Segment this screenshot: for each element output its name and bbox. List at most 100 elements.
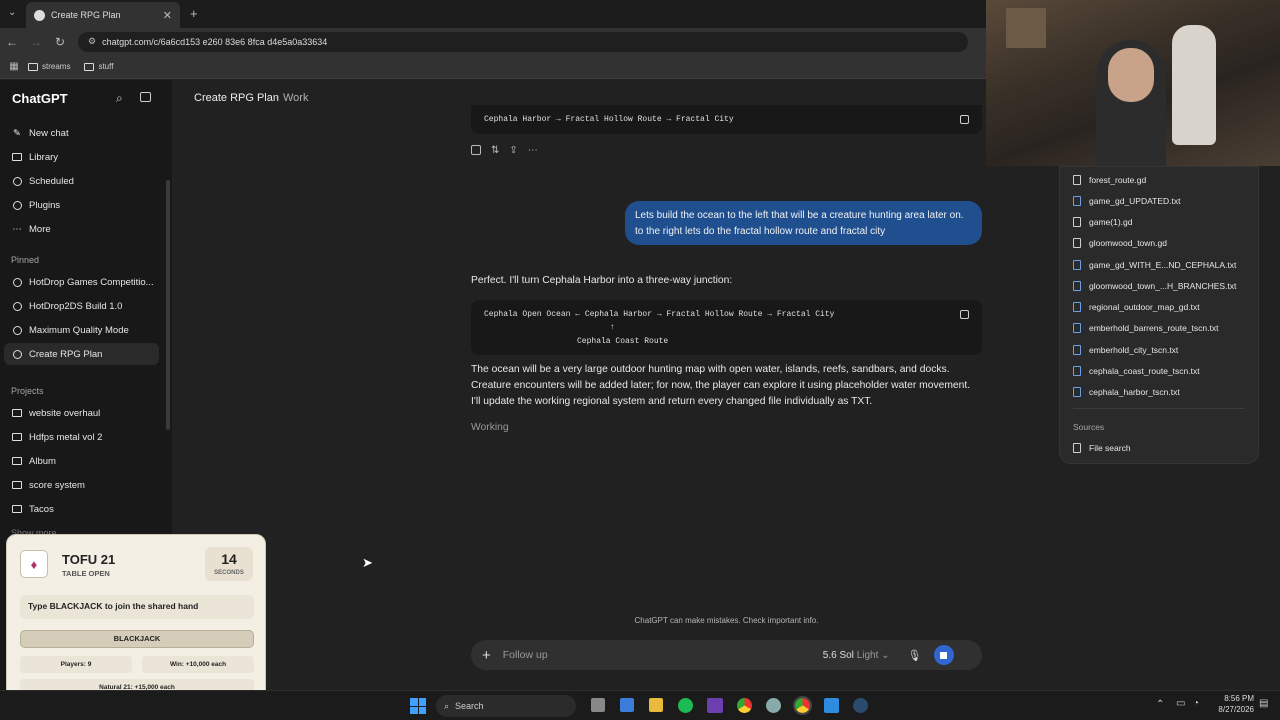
plugins-icon bbox=[12, 200, 22, 210]
chrome-active-icon[interactable] bbox=[793, 696, 812, 715]
code-block-junction: Cephala Open Ocean ← Cephala Harbor → Fr… bbox=[471, 300, 982, 355]
disclaimer: ChatGPT can make mistakes. Check importa… bbox=[634, 616, 819, 625]
sidebar-pinned-hotdrop-games[interactable]: HotDrop Games Competitio... bbox=[4, 271, 159, 293]
sidebar-project-hdfps-metal[interactable]: Hdfps metal vol 2 bbox=[4, 426, 159, 448]
folder-icon bbox=[28, 62, 38, 71]
add-attachment-icon[interactable]: + bbox=[482, 647, 491, 664]
file-item[interactable]: cephala_harbor_tscn.txt bbox=[1073, 387, 1253, 397]
steam-icon[interactable] bbox=[853, 698, 868, 713]
share-icon[interactable]: ⇪ bbox=[509, 145, 517, 156]
webcam-overlay bbox=[986, 0, 1280, 166]
reload-icon[interactable]: ↻ bbox=[48, 35, 72, 49]
copy-code-icon[interactable] bbox=[960, 310, 969, 319]
sidebar-scrollbar[interactable] bbox=[166, 180, 170, 430]
tab-close-icon[interactable]: ✕ bbox=[163, 9, 172, 22]
windows-start-icon[interactable] bbox=[410, 698, 426, 714]
stop-icon bbox=[940, 651, 948, 659]
browser-tab[interactable]: Create RPG Plan ✕ bbox=[26, 2, 180, 28]
sidebar-pinned-create-rpg-plan[interactable]: Create RPG Plan bbox=[4, 343, 159, 365]
tab-list-icon[interactable]: ⌄ bbox=[8, 7, 16, 18]
file-item[interactable]: game_gd_UPDATED.txt bbox=[1073, 196, 1253, 206]
stop-button[interactable] bbox=[933, 645, 954, 665]
chrome-icon[interactable] bbox=[737, 698, 752, 713]
sidebar-item-plugins[interactable]: Plugins bbox=[4, 194, 159, 216]
taskbar-search[interactable]: ⌕ Search bbox=[436, 695, 576, 717]
file-icon bbox=[1073, 217, 1081, 227]
clock-date[interactable]: 8/27/2026 bbox=[1208, 705, 1254, 714]
sidebar-project-score-system[interactable]: score system bbox=[4, 474, 159, 496]
sidebar-item-more[interactable]: ⋯ More bbox=[4, 218, 159, 240]
url-field[interactable]: ⚙ chatgpt.com/c/6a6cd153 e260 83e6 8fca … bbox=[78, 31, 968, 52]
sidebar-item-new-chat[interactable]: ✎ New chat bbox=[4, 122, 159, 144]
sidebar-item-scheduled[interactable]: Scheduled bbox=[4, 170, 159, 192]
hud-fx-icon[interactable] bbox=[707, 698, 723, 713]
tab-title: Create RPG Plan bbox=[51, 10, 121, 20]
composer-input[interactable]: Follow up bbox=[503, 649, 823, 661]
streamer-face bbox=[1108, 48, 1154, 102]
project-name[interactable]: Work bbox=[283, 92, 308, 104]
timer-box: 14 SECONDS bbox=[205, 547, 253, 581]
spotify-icon[interactable] bbox=[678, 698, 693, 713]
notification-icon[interactable]: ▤ bbox=[1259, 698, 1268, 709]
back-icon[interactable]: ← bbox=[0, 35, 24, 49]
source-file-search[interactable]: File search bbox=[1073, 443, 1253, 453]
chat-bubble-icon bbox=[12, 277, 22, 287]
forward-icon[interactable]: → bbox=[24, 35, 48, 49]
vscode-icon[interactable] bbox=[824, 698, 839, 713]
bookmark-streams[interactable]: streams bbox=[28, 62, 70, 71]
title-separator: · bbox=[275, 92, 279, 104]
search-icon[interactable]: ⌕ bbox=[116, 91, 123, 106]
document-icon bbox=[1073, 260, 1081, 270]
divider bbox=[1073, 408, 1245, 409]
task-view-icon[interactable] bbox=[591, 698, 605, 712]
file-item[interactable]: gloomwood_town_...H_BRANCHES.txt bbox=[1073, 281, 1253, 291]
app-logo[interactable]: ChatGPT bbox=[12, 91, 68, 106]
file-item[interactable]: game_gd_WITH_E...ND_CEPHALA.txt bbox=[1073, 260, 1253, 270]
table-status: TABLE OPEN bbox=[62, 569, 110, 578]
sidebar-pinned-hotdrop2ds[interactable]: HotDrop2DS Build 1.0 bbox=[4, 295, 159, 317]
network-icon[interactable]: ▭ bbox=[1176, 698, 1185, 709]
copy-code-icon[interactable] bbox=[960, 115, 969, 124]
sidebar-toggle-icon[interactable] bbox=[140, 92, 151, 102]
bookmarks-bar: ▦ streams stuff bbox=[0, 55, 986, 79]
sidebar-item-library[interactable]: Library bbox=[4, 146, 159, 168]
file-item[interactable]: regional_outdoor_map_gd.txt bbox=[1073, 302, 1253, 312]
folder-icon bbox=[12, 456, 22, 466]
file-item[interactable]: gloomwood_town.gd bbox=[1073, 238, 1253, 248]
document-icon bbox=[1073, 281, 1081, 291]
chat-bubble-icon bbox=[12, 325, 22, 335]
folder-icon bbox=[12, 408, 22, 418]
file-explorer-icon[interactable] bbox=[649, 698, 663, 712]
apps-icon[interactable]: ▦ bbox=[0, 61, 28, 72]
document-icon bbox=[1073, 387, 1081, 397]
new-tab-icon[interactable]: + bbox=[190, 6, 198, 21]
sidebar-pinned-maximum-quality[interactable]: Maximum Quality Mode bbox=[4, 319, 159, 341]
assistant-body: The ocean will be a very large outdoor h… bbox=[471, 364, 971, 407]
settings-gear-icon[interactable] bbox=[766, 698, 781, 713]
clock-time[interactable]: 8:56 PM bbox=[1208, 694, 1254, 703]
tray-chevron-icon[interactable]: ⌃ bbox=[1156, 699, 1164, 710]
model-selector[interactable]: 5.6 Sol Light ⌄ bbox=[823, 650, 890, 661]
folder-icon bbox=[84, 62, 95, 71]
file-item[interactable]: emberhold_barrens_route_tscn.txt bbox=[1073, 323, 1253, 333]
blackjack-button[interactable]: BLACKJACK bbox=[20, 630, 254, 648]
copy-icon[interactable] bbox=[471, 145, 481, 155]
file-item[interactable]: game(1).gd bbox=[1073, 217, 1253, 227]
more-icon: ⋯ bbox=[12, 223, 22, 235]
sidebar-project-website-overhaul[interactable]: website overhaul bbox=[4, 402, 159, 424]
file-item[interactable]: cephala_coast_route_tscn.txt bbox=[1073, 366, 1253, 376]
chat-title[interactable]: Create RPG Plan bbox=[194, 92, 279, 104]
notes-app-icon[interactable] bbox=[620, 698, 634, 712]
volume-icon[interactable]: ◔ bbox=[1193, 698, 1199, 709]
thumbs-icon[interactable]: ⇅ bbox=[491, 145, 499, 156]
site-info-icon[interactable]: ⚙ bbox=[88, 36, 96, 47]
sidebar-project-album[interactable]: Album bbox=[4, 450, 159, 472]
bookmark-stuff[interactable]: stuff bbox=[84, 62, 113, 71]
microphone-icon[interactable]: 🎙 bbox=[908, 649, 922, 662]
file-item[interactable]: emberhold_city_tscn.txt bbox=[1073, 345, 1253, 355]
sidebar-project-tacos[interactable]: Tacos bbox=[4, 498, 159, 520]
address-bar-row: ← → ↻ ⚙ chatgpt.com/c/6a6cd153 e260 83e6… bbox=[0, 28, 986, 55]
assistant-intro: Perfect. I'll turn Cephala Harbor into a… bbox=[471, 275, 733, 286]
more-options-icon[interactable]: ⋯ bbox=[528, 145, 538, 156]
file-item[interactable]: forest_route.gd bbox=[1073, 175, 1253, 185]
